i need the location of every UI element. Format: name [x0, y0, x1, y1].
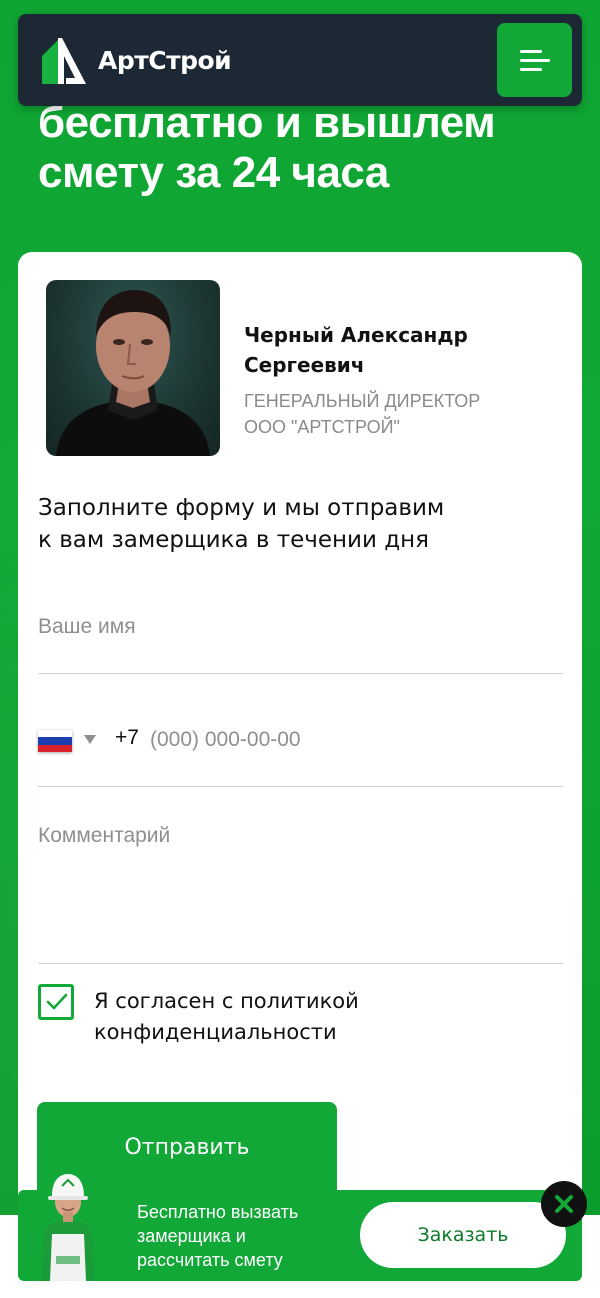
consent-checkbox[interactable]	[38, 984, 74, 1020]
promo-line1: Бесплатно вызвать	[137, 1202, 299, 1222]
hamburger-menu-icon	[519, 49, 542, 53]
director-name: Черный Александр Сергеевич	[244, 320, 544, 380]
callback-banner: Бесплатно вызвать замерщика и рассчитать…	[18, 1174, 582, 1281]
logo-mark-icon	[42, 38, 86, 84]
close-banner-button[interactable]	[541, 1181, 587, 1227]
comment-field	[38, 814, 563, 964]
hamburger-line	[519, 58, 550, 62]
consent-label-line1: Я согласен с политикой	[94, 989, 359, 1013]
director-role: ГЕНЕРАЛЬНЫЙ ДИРЕКТОР ООО "АРТСТРОЙ"	[244, 388, 544, 440]
director-name-line2: Сергеевич	[244, 353, 365, 377]
comment-input[interactable]	[38, 824, 563, 944]
menu-button[interactable]	[497, 23, 572, 97]
form-intro-line1: Заполните форму и мы отправим	[38, 495, 445, 521]
promo-text: Бесплатно вызвать замерщика и рассчитать…	[137, 1200, 337, 1272]
director-name-line1: Черный Александр	[244, 323, 468, 347]
checkmark-icon	[46, 993, 68, 1010]
director-role-line2: ООО "АРТСТРОЙ"	[244, 417, 400, 437]
phone-field: +7	[38, 700, 563, 787]
close-icon	[555, 1195, 573, 1213]
hero-title-line2: смету за 24 часа	[38, 148, 389, 197]
portrait-illustration	[56, 290, 210, 456]
order-button[interactable]: Заказать	[360, 1202, 566, 1268]
consent-label-line2: конфиденциальности	[94, 1020, 337, 1044]
promo-line2: замерщика и	[137, 1226, 246, 1246]
russia-flag-icon[interactable]	[38, 730, 72, 752]
name-field	[38, 602, 563, 674]
phone-input[interactable]	[150, 726, 550, 754]
name-input[interactable]	[38, 612, 563, 642]
form-intro: Заполните форму и мы отправим к вам заме…	[38, 492, 538, 556]
chevron-down-icon[interactable]	[84, 735, 96, 744]
director-photo	[46, 280, 220, 456]
consent-label[interactable]: Я согласен с политикой конфиденциальност…	[94, 986, 514, 1048]
logo-text: АртСтрой	[98, 45, 232, 75]
hamburger-line	[519, 67, 542, 71]
builder-mascot-image	[42, 1174, 94, 1281]
promo-line3: рассчитать смету	[137, 1250, 283, 1270]
site-header: АртСтрой	[18, 14, 582, 106]
lead-form-card: Черный Александр Сергеевич ГЕНЕРАЛЬНЫЙ Д…	[18, 252, 582, 1262]
form-intro-line2: к вам замерщика в течении дня	[38, 527, 430, 553]
hero-title: бесплатно и вышлем смету за 24 часа	[38, 98, 578, 198]
logo[interactable]: АртСтрой	[40, 34, 232, 86]
director-role-line1: ГЕНЕРАЛЬНЫЙ ДИРЕКТОР	[244, 391, 481, 411]
phone-dial-code: +7	[115, 726, 139, 749]
